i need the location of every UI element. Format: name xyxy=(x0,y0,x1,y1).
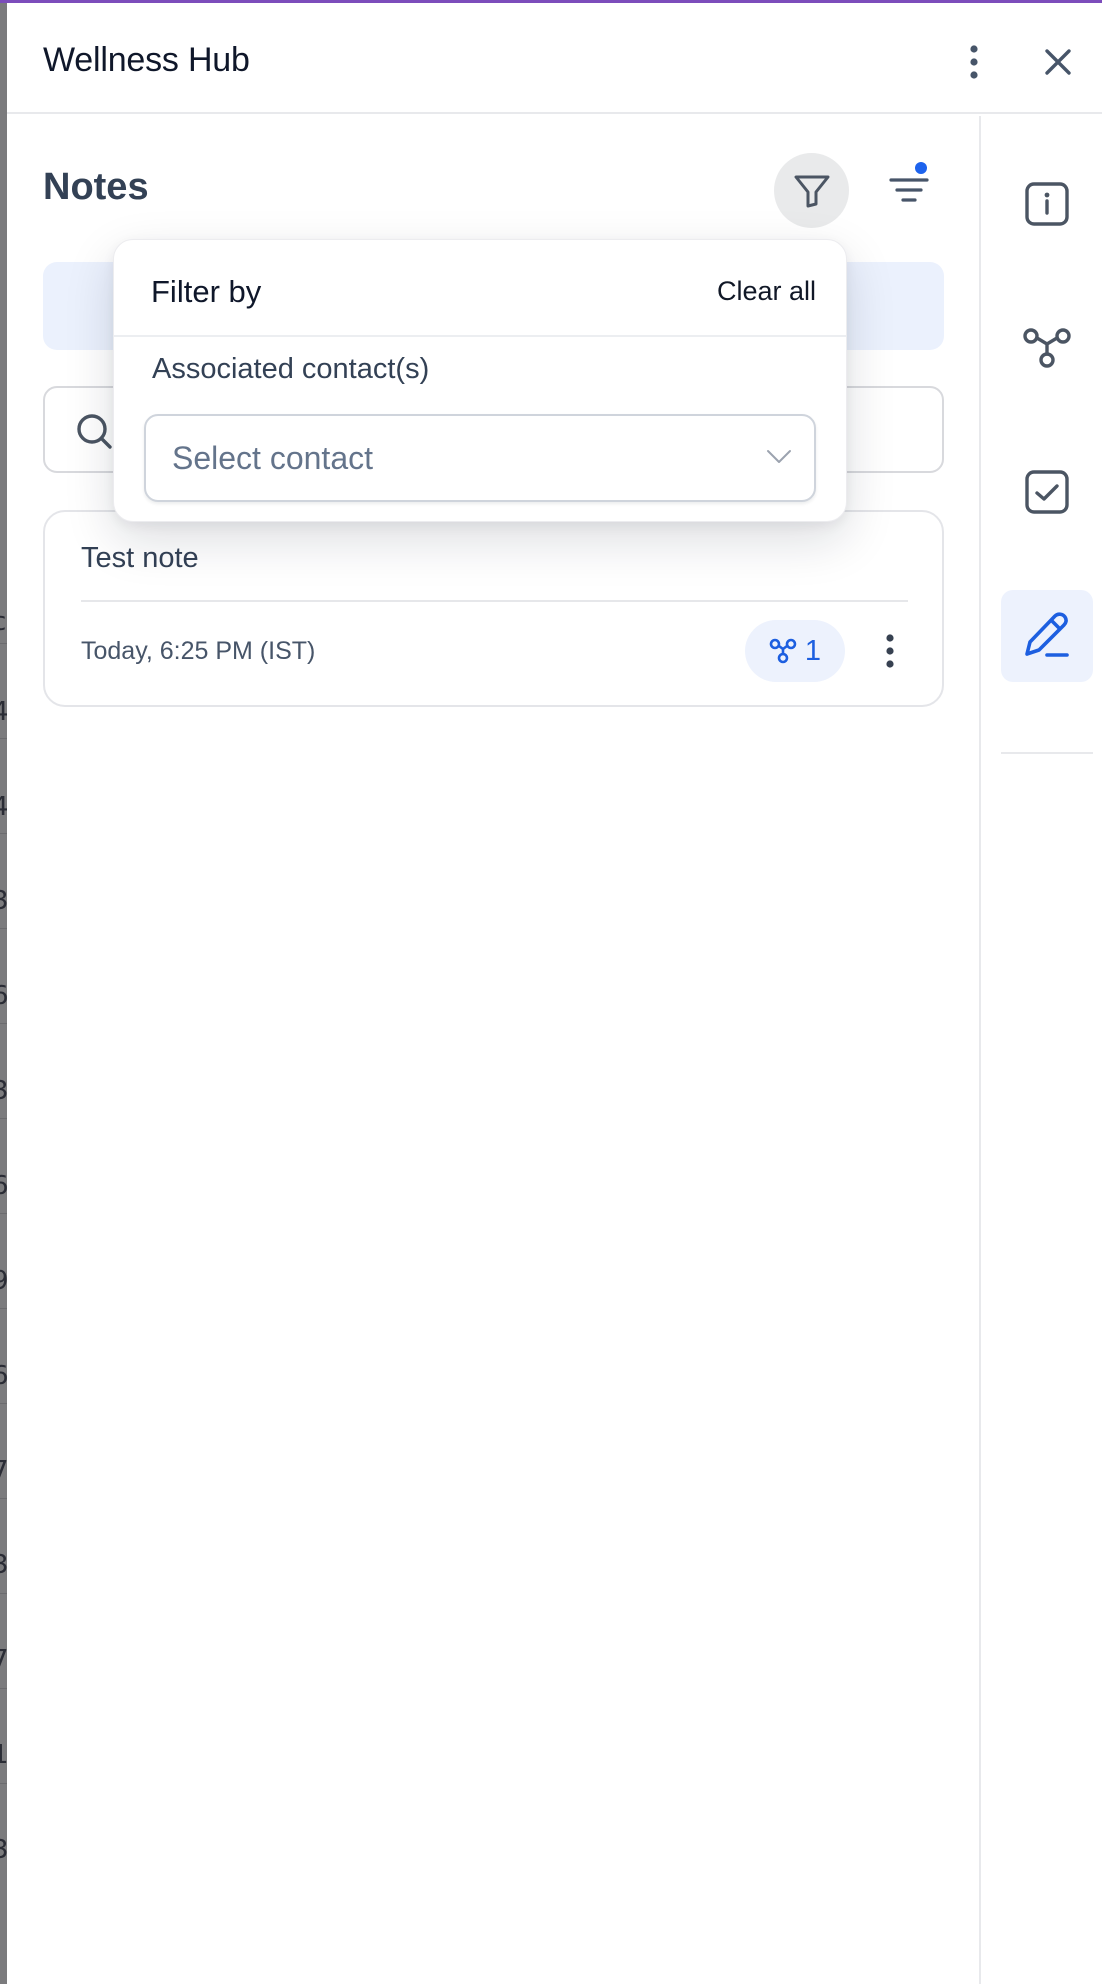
background-row-divider xyxy=(0,833,7,834)
panel-close-button[interactable] xyxy=(1035,39,1081,85)
background-row-divider xyxy=(0,1118,7,1119)
filter-funnel-icon xyxy=(794,175,829,207)
panel-sidebar xyxy=(979,116,1102,1984)
background-glyph: 4 xyxy=(0,699,7,725)
background-glyph: 1 xyxy=(0,1742,7,1768)
associations-icon xyxy=(769,638,797,664)
background-glyph: 3 xyxy=(0,1837,7,1863)
sidebar-item-associations[interactable] xyxy=(1001,302,1093,394)
note-more-button[interactable] xyxy=(875,624,905,678)
sort-button[interactable] xyxy=(879,156,939,216)
background-row-divider xyxy=(0,1023,7,1024)
background-row-divider xyxy=(0,1498,7,1499)
associations-icon xyxy=(1023,328,1071,368)
sidebar-item-info[interactable] xyxy=(1001,158,1093,250)
background-row-divider xyxy=(0,928,7,929)
background-glyph: 9 xyxy=(0,1268,7,1294)
sidebar-divider xyxy=(1001,752,1093,754)
background-glyph: 3 xyxy=(0,888,7,914)
notes-section-title: Notes xyxy=(43,166,149,208)
filter-button[interactable] xyxy=(774,153,849,228)
background-row-divider xyxy=(0,1688,7,1689)
background-row-divider xyxy=(0,1783,7,1784)
more-vertical-icon xyxy=(970,45,978,79)
associations-count: 1 xyxy=(804,634,822,667)
panel-header: Wellness Hub xyxy=(7,3,1102,114)
select-placeholder: Select contact xyxy=(172,440,373,476)
background-row-divider xyxy=(0,1308,7,1309)
notes-main: Notes Test note Today, 6:25 PM (IST) 1 F… xyxy=(7,116,979,1984)
checkbox-icon xyxy=(1025,470,1069,514)
sort-lines-icon xyxy=(889,178,929,202)
sidebar-item-tasks[interactable] xyxy=(1001,446,1093,538)
close-icon xyxy=(1045,49,1071,75)
background-glyph: 6 xyxy=(0,1173,7,1199)
chevron-down-icon xyxy=(767,450,791,463)
panel-title: Wellness Hub xyxy=(43,41,250,79)
pen-icon xyxy=(1025,612,1069,657)
note-card-divider xyxy=(81,600,908,602)
associated-contacts-label: Associated contact(s) xyxy=(152,353,430,385)
note-associations-badge[interactable]: 1 xyxy=(745,620,845,682)
background-row-divider xyxy=(0,1403,7,1404)
background-glyph: 7 xyxy=(0,1647,7,1673)
clear-all-filters-button[interactable]: Clear all xyxy=(717,276,816,307)
search-icon xyxy=(77,414,112,449)
background-row-divider xyxy=(0,643,7,644)
info-icon xyxy=(1025,182,1069,226)
filter-popover: Filter by Clear all Associated contact(s… xyxy=(113,239,847,522)
note-list-item[interactable]: Test note Today, 6:25 PM (IST) 1 xyxy=(43,510,944,707)
background-glyph: 6 xyxy=(0,983,7,1009)
background-row-divider xyxy=(0,1213,7,1214)
background-glyph: c xyxy=(0,609,7,635)
associated-contacts-select[interactable]: Select contact xyxy=(144,414,816,502)
background-row-divider xyxy=(0,738,7,739)
background-glyph: 4 xyxy=(0,794,7,820)
more-vertical-icon xyxy=(886,634,894,668)
window-accent-bar xyxy=(0,0,1102,3)
panel-more-button[interactable] xyxy=(959,37,989,87)
note-timestamp: Today, 6:25 PM (IST) xyxy=(81,637,316,665)
background-glyph: 6 xyxy=(0,1363,7,1389)
background-page-strip: c 4 4 3 6 3 6 9 6 7 3 7 1 3 xyxy=(0,3,7,1984)
active-sort-indicator xyxy=(915,162,927,174)
filter-popover-title: Filter by xyxy=(151,274,262,309)
background-glyph: 3 xyxy=(0,1078,7,1104)
filter-popover-divider xyxy=(114,335,846,337)
background-glyph: 3 xyxy=(0,1552,7,1578)
note-title: Test note xyxy=(81,542,199,574)
background-glyph: 7 xyxy=(0,1458,7,1484)
background-row-divider xyxy=(0,1593,7,1594)
side-panel: Wellness Hub Notes Test note Today, 6:25… xyxy=(7,3,1102,1984)
sidebar-item-notes[interactable] xyxy=(1001,590,1093,682)
